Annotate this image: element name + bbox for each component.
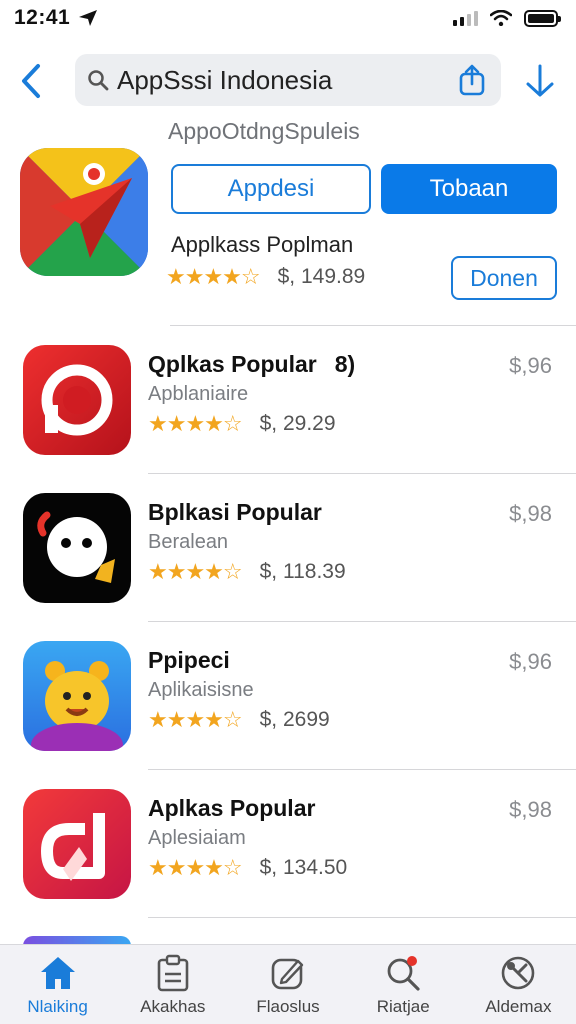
status-time: 12:41 bbox=[14, 6, 98, 30]
app-review-count: $, 134.50 bbox=[259, 856, 348, 879]
battery-icon bbox=[524, 9, 561, 27]
get-button[interactable]: Tobaan bbox=[381, 164, 557, 214]
app-category: Beralean bbox=[148, 531, 229, 553]
cellular-signal-icon bbox=[453, 11, 478, 26]
app-name: Aplkas Popular bbox=[148, 795, 316, 821]
app-price-button[interactable]: $,98 bbox=[509, 501, 552, 527]
rating-stars: ★★★★☆ bbox=[148, 411, 243, 436]
home-icon bbox=[40, 957, 75, 989]
search-header: AppSssi Indonesia bbox=[0, 50, 576, 112]
app-review-count: $, 118.39 bbox=[259, 560, 346, 583]
app-name: Bplkasi Popular bbox=[148, 499, 322, 525]
tab-edit[interactable]: Flaoslus bbox=[230, 945, 345, 1024]
list-item[interactable]: Qplkas Popular 8) Apblaniaire ★★★★☆ $, 29… bbox=[0, 345, 576, 493]
app-category: Apblaniaire bbox=[148, 383, 249, 405]
tab-tools[interactable]: Aldemax bbox=[461, 945, 576, 1024]
tab-label: Aldemax bbox=[485, 997, 552, 1016]
yellow-bear-icon bbox=[23, 641, 131, 751]
search-icon bbox=[387, 956, 420, 991]
app-price-button[interactable]: $,98 bbox=[509, 797, 552, 823]
list-item[interactable]: Aplkas Popular Aplesiaiam ★★★★☆ $, 134.5… bbox=[0, 789, 576, 937]
divider bbox=[148, 473, 576, 474]
app-review-count: $, 29.29 bbox=[259, 412, 336, 435]
chevron-left-icon bbox=[22, 64, 40, 98]
download-button[interactable] bbox=[520, 60, 560, 102]
featured-rating: ★★★★☆ $, 149.89 bbox=[166, 264, 365, 290]
app-price-button[interactable]: $,96 bbox=[509, 353, 552, 379]
featured-app-icon[interactable] bbox=[20, 148, 148, 276]
tab-home[interactable]: Nlaiking bbox=[0, 945, 115, 1024]
clipboard-icon bbox=[157, 954, 189, 992]
status-time-text: 12:41 bbox=[14, 6, 71, 29]
tab-label: Riatjae bbox=[376, 997, 430, 1016]
divider bbox=[170, 325, 576, 326]
tab-apps[interactable]: Akakhas bbox=[115, 945, 230, 1024]
divider bbox=[148, 769, 576, 770]
rating-stars: ★★★★☆ bbox=[148, 855, 243, 880]
divider bbox=[148, 621, 576, 622]
tab-search[interactable]: Riatjae bbox=[346, 945, 461, 1024]
tab-bar: Nlaiking Akakhas Flaoslus Riatjae Aldema… bbox=[0, 944, 576, 1024]
app-category: Aplikaisisne bbox=[148, 679, 254, 701]
tab-label: Akakhas bbox=[140, 997, 206, 1016]
location-arrow-icon bbox=[79, 10, 98, 26]
featured-price: $, 149.89 bbox=[277, 265, 366, 288]
app-price-button[interactable]: $,96 bbox=[509, 649, 552, 675]
search-icon bbox=[88, 70, 109, 91]
edit-icon bbox=[271, 958, 304, 990]
search-query: AppSssi Indonesia bbox=[117, 64, 333, 95]
featured-app-name: Applkass Poplman bbox=[171, 232, 354, 257]
paper-plane-logo-icon bbox=[20, 148, 148, 276]
download-arrow-icon bbox=[526, 64, 554, 97]
app-category: Aplesiaiam bbox=[148, 827, 246, 849]
open-button[interactable]: Donen bbox=[451, 256, 557, 300]
tools-icon bbox=[502, 956, 535, 990]
search-input[interactable]: AppSssi Indonesia bbox=[75, 54, 501, 106]
rating-stars: ★★★★☆ bbox=[166, 264, 261, 289]
app-rating: ★★★★☆ $, 29.29 bbox=[148, 411, 336, 437]
status-indicators bbox=[452, 9, 561, 27]
app-review-count: $, 2699 bbox=[259, 708, 330, 731]
app-rating: ★★★★☆ $, 2699 bbox=[148, 707, 330, 733]
rating-stars: ★★★★☆ bbox=[148, 707, 243, 732]
list-item[interactable]: Ppipeci Aplikaisisne ★★★★☆ $, 2699 $,96 bbox=[0, 641, 576, 789]
app-name: Qplkas Popular 8) bbox=[148, 351, 356, 377]
red-target-icon bbox=[23, 345, 131, 455]
share-icon bbox=[459, 64, 485, 96]
red-d-icon bbox=[23, 789, 131, 899]
app-rating: ★★★★☆ $, 134.50 bbox=[148, 855, 347, 881]
back-button[interactable] bbox=[14, 60, 48, 102]
app-name: Ppipeci bbox=[148, 647, 230, 673]
wifi-icon bbox=[490, 10, 512, 26]
black-face-icon bbox=[23, 493, 131, 603]
share-button[interactable] bbox=[455, 62, 489, 98]
tab-label: Flaoslus bbox=[256, 997, 320, 1016]
status-bar: 12:41 bbox=[0, 0, 576, 36]
app-rating: ★★★★☆ $, 118.39 bbox=[148, 559, 346, 585]
tab-label: Nlaiking bbox=[27, 997, 88, 1016]
list-item[interactable]: Bplkasi Popular Beralean ★★★★☆ $, 118.39… bbox=[0, 493, 576, 641]
app-details-button[interactable]: Appdesi bbox=[171, 164, 371, 214]
divider bbox=[148, 917, 576, 918]
section-subtitle: AppoOtdngSpuleis bbox=[168, 118, 360, 144]
rating-stars: ★★★★☆ bbox=[148, 559, 243, 584]
